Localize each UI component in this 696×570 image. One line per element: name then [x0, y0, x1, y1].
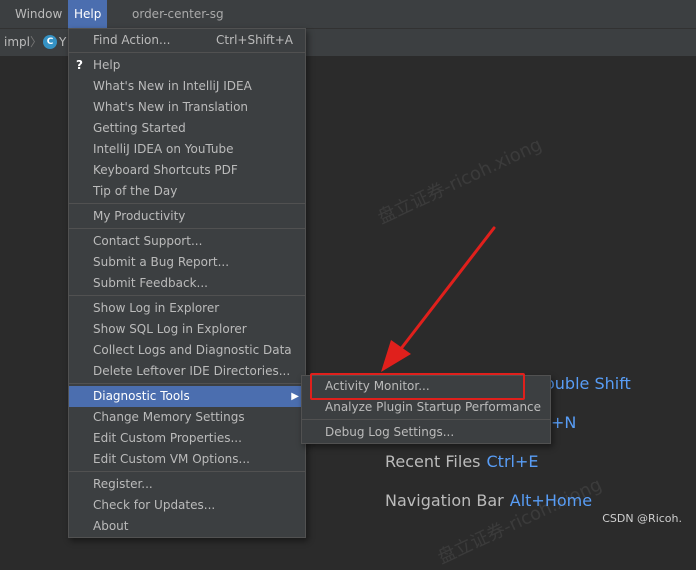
annotation-arrow-line	[398, 226, 496, 352]
annotation-arrow	[381, 226, 496, 372]
annotation-arrow-head	[381, 340, 411, 372]
